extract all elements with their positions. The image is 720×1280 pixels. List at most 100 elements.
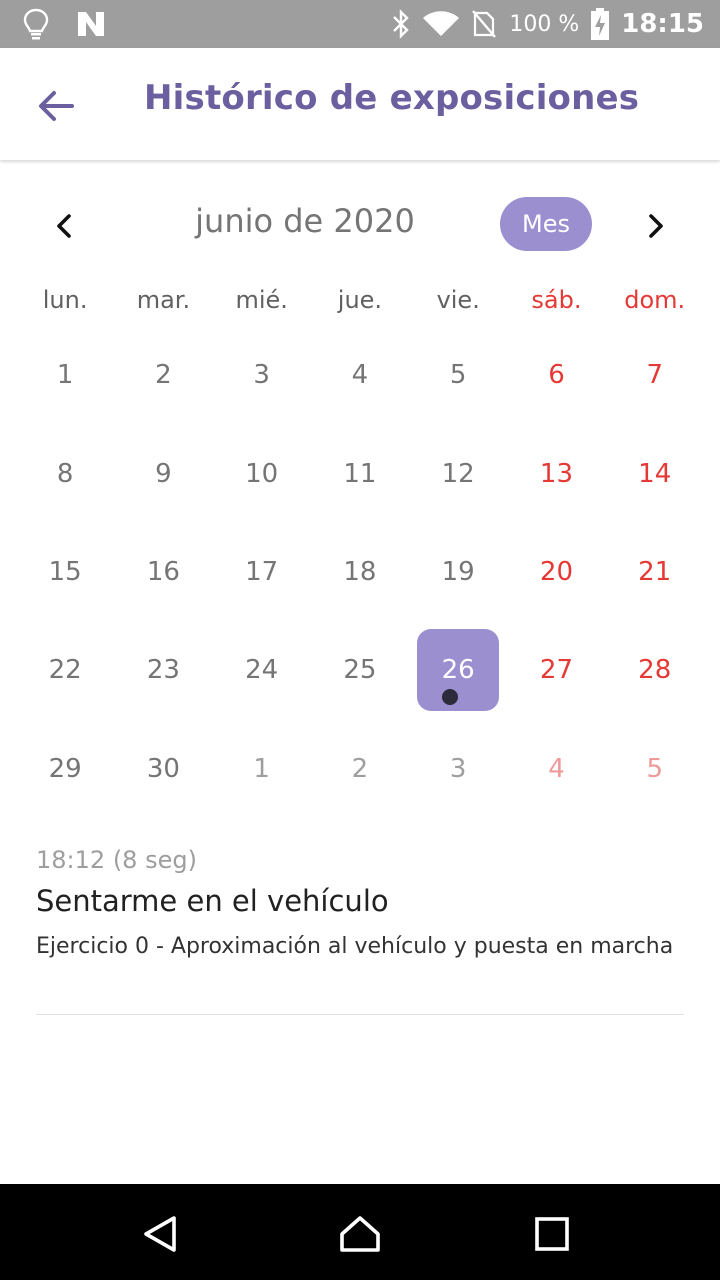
calendar-day[interactable]: 18: [311, 523, 409, 621]
entry-duration: (8 seg): [112, 846, 197, 874]
calendar-day[interactable]: 19: [409, 523, 507, 621]
calendar-day[interactable]: 13: [507, 424, 605, 522]
calendar-day[interactable]: 10: [213, 424, 311, 522]
day-number: 11: [343, 458, 377, 489]
day-number: 2: [351, 753, 369, 784]
calendar-day[interactable]: 21: [606, 523, 704, 621]
weekday-label: mar.: [136, 286, 191, 314]
calendar-day[interactable]: 24: [213, 621, 311, 719]
home-icon[interactable]: [338, 1212, 382, 1256]
day-number: 2: [155, 360, 172, 391]
weekday-label: mié.: [235, 286, 288, 314]
calendar-day-next-month[interactable]: 5: [606, 720, 704, 818]
calendar-day[interactable]: 17: [213, 523, 311, 621]
calendar-day[interactable]: 7: [606, 326, 704, 424]
weekday-header: lun. mar. mié. jue. vie. sáb. dom.: [16, 286, 704, 314]
calendar-day[interactable]: 23: [114, 621, 212, 719]
weekday-label: lun.: [42, 286, 88, 314]
calendar-header: junio de 2020 Mes: [0, 190, 720, 260]
event-dot-indicator: [442, 689, 459, 706]
calendar-day-next-month[interactable]: 3: [409, 720, 507, 818]
day-number: 5: [646, 753, 663, 784]
calendar-day-next-month[interactable]: 2: [311, 720, 409, 818]
page-title: Histórico de exposiciones: [144, 78, 640, 118]
system-nav-bar: [0, 1184, 720, 1280]
calendar-day[interactable]: 14: [606, 424, 704, 522]
chevron-right-icon[interactable]: [636, 206, 676, 246]
day-number: 12: [441, 458, 475, 489]
day-number: 27: [539, 655, 573, 686]
calendar-day[interactable]: 1: [16, 326, 114, 424]
calendar-week: 8 9 10 11 12 13 14: [16, 424, 704, 522]
day-number: 7: [646, 360, 663, 391]
calendar-week: 29 30 1 2 3 4 5: [16, 720, 704, 818]
day-number: 3: [253, 360, 270, 391]
day-number: 20: [539, 556, 573, 587]
day-number: 3: [449, 753, 467, 784]
calendar-day-next-month[interactable]: 4: [507, 720, 605, 818]
battery-percentage: 100 %: [509, 11, 580, 37]
wifi-icon: [423, 11, 460, 36]
day-number: 4: [351, 360, 369, 391]
calendar-day-next-month[interactable]: 1: [213, 720, 311, 818]
day-number: 21: [638, 556, 672, 587]
calendar-day[interactable]: 2: [114, 326, 212, 424]
day-number: 1: [56, 360, 74, 391]
calendar-week: 1 2 3 4 5 6 7: [16, 326, 704, 424]
day-number: 15: [48, 556, 82, 587]
weekday-label: dom.: [624, 286, 686, 314]
calendar-day[interactable]: 12: [409, 424, 507, 522]
calendar-day[interactable]: 6: [507, 326, 605, 424]
calendar-day[interactable]: 3: [213, 326, 311, 424]
day-number: 14: [638, 458, 672, 489]
day-number: 26: [441, 655, 475, 686]
calendar-day[interactable]: 15: [16, 523, 114, 621]
recents-square-icon[interactable]: [530, 1212, 574, 1256]
month-label: junio de 2020: [195, 202, 415, 240]
calendar-day[interactable]: 8: [16, 424, 114, 522]
entry-title: Sentarme en el vehículo: [36, 884, 389, 918]
calendar-day[interactable]: 30: [114, 720, 212, 818]
calendar-day[interactable]: 4: [311, 326, 409, 424]
calendar-day[interactable]: 28: [606, 621, 704, 719]
exposure-entry[interactable]: 18:12 (8 seg) Sentarme en el vehículo Ej…: [36, 846, 684, 964]
app-bar: Histórico de exposiciones: [0, 48, 720, 160]
day-number: 17: [245, 556, 279, 587]
day-number: 10: [245, 458, 279, 489]
calendar-day[interactable]: 27: [507, 621, 605, 719]
back-triangle-icon[interactable]: [138, 1212, 182, 1256]
calendar-day[interactable]: 22: [16, 621, 114, 719]
weekday-label: vie.: [436, 286, 480, 314]
n-logo-icon: [78, 12, 104, 36]
day-number: 4: [548, 753, 565, 784]
day-number: 5: [449, 360, 467, 391]
view-mode-button[interactable]: Mes: [500, 197, 592, 251]
arrow-back-icon[interactable]: [34, 84, 78, 128]
weekday-label: sáb.: [531, 286, 582, 314]
calendar-day[interactable]: 5: [409, 326, 507, 424]
day-number: 1: [253, 753, 270, 784]
day-number: 24: [245, 655, 279, 686]
chevron-left-icon[interactable]: [44, 206, 84, 246]
day-number: 13: [539, 458, 573, 489]
day-number: 19: [441, 556, 475, 587]
no-sim-icon: [472, 10, 497, 38]
entry-time: 18:12: [36, 846, 106, 874]
day-number: 8: [56, 458, 74, 489]
calendar-day[interactable]: 20: [507, 523, 605, 621]
day-number: 9: [155, 458, 172, 489]
calendar-day[interactable]: 9: [114, 424, 212, 522]
calendar-day-selected[interactable]: 26: [409, 621, 507, 719]
day-number: 29: [48, 753, 82, 784]
battery-charging-icon: [591, 8, 610, 40]
calendar-day[interactable]: 16: [114, 523, 212, 621]
clock: 18:15: [621, 9, 704, 39]
calendar-week: 22 23 24 25 26 27 28: [16, 621, 704, 719]
calendar-day[interactable]: 25: [311, 621, 409, 719]
bluetooth-icon: [393, 9, 410, 39]
calendar-day[interactable]: 11: [311, 424, 409, 522]
day-number: 30: [146, 753, 180, 784]
entry-description: Ejercicio 0 - Aproximación al vehículo y…: [36, 934, 674, 959]
status-bar: 100 % 18:15: [0, 0, 720, 48]
calendar-day[interactable]: 29: [16, 720, 114, 818]
